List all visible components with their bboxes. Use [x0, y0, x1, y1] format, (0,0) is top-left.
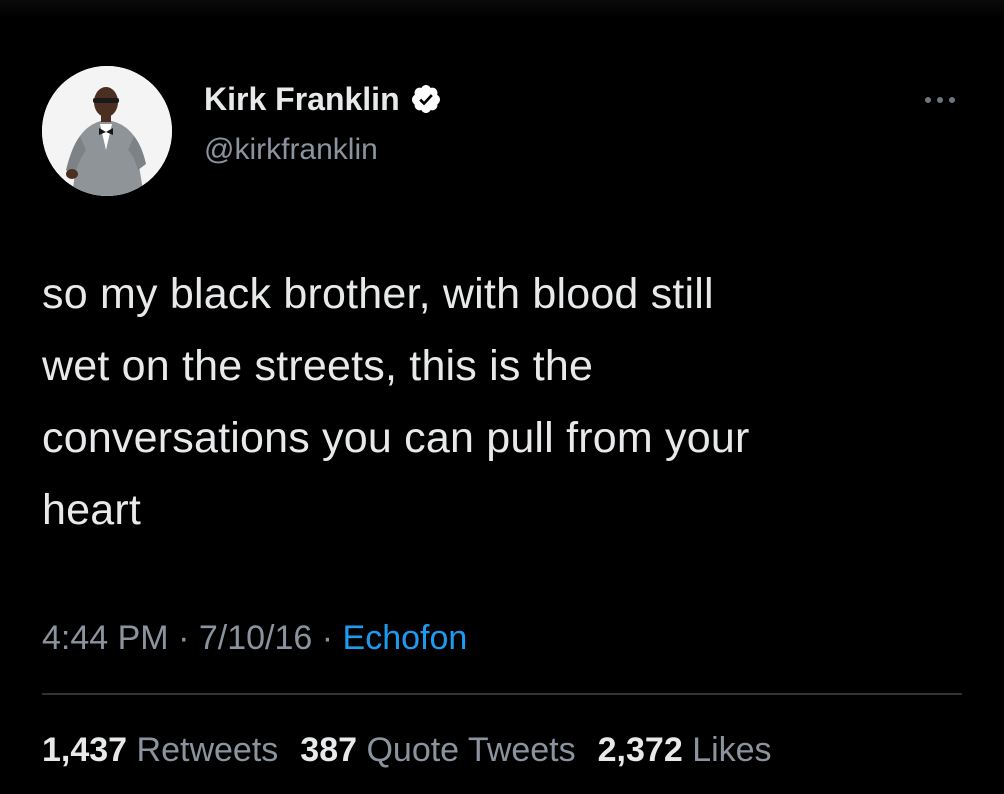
quote-tweets-label: Quote Tweets [366, 731, 576, 769]
tweet-time[interactable]: 4:44 PM [42, 619, 169, 657]
author-name-row: Kirk Franklin [204, 80, 442, 118]
engagement-stats: 1,437 Retweets 387 Quote Tweets 2,372 Like… [42, 726, 794, 774]
tweet-card: Kirk Franklin @kirkfranklin so my black … [0, 0, 1004, 794]
more-options-icon[interactable] [918, 88, 962, 112]
retweets-label: Retweets [136, 731, 279, 769]
quote-tweets-stat[interactable]: 387 Quote Tweets [300, 731, 575, 769]
tweet-text: so my black brother, with blood still we… [42, 270, 750, 534]
tweet-date[interactable]: 7/10/16 [199, 619, 312, 657]
tweet-source-link[interactable]: Echofon [343, 619, 468, 657]
retweets-stat[interactable]: 1,437 Retweets [42, 731, 278, 769]
meta-separator: · [312, 619, 343, 657]
tweet-meta: 4:44 PM · 7/10/16 · Echofon [42, 614, 467, 662]
likes-count: 2,372 [597, 731, 683, 769]
retweets-count: 1,437 [42, 731, 128, 769]
meta-separator: · [168, 619, 199, 657]
author-handle[interactable]: @kirkfranklin [204, 132, 378, 168]
likes-stat[interactable]: 2,372 Likes [598, 731, 772, 769]
verified-badge-icon [411, 85, 440, 113]
divider [42, 693, 962, 695]
avatar[interactable] [42, 66, 172, 196]
likes-label: Likes [692, 731, 772, 769]
avatar-photo-icon [42, 66, 172, 196]
author-display-name[interactable]: Kirk Franklin [204, 80, 400, 118]
quote-tweets-count: 387 [300, 731, 358, 769]
